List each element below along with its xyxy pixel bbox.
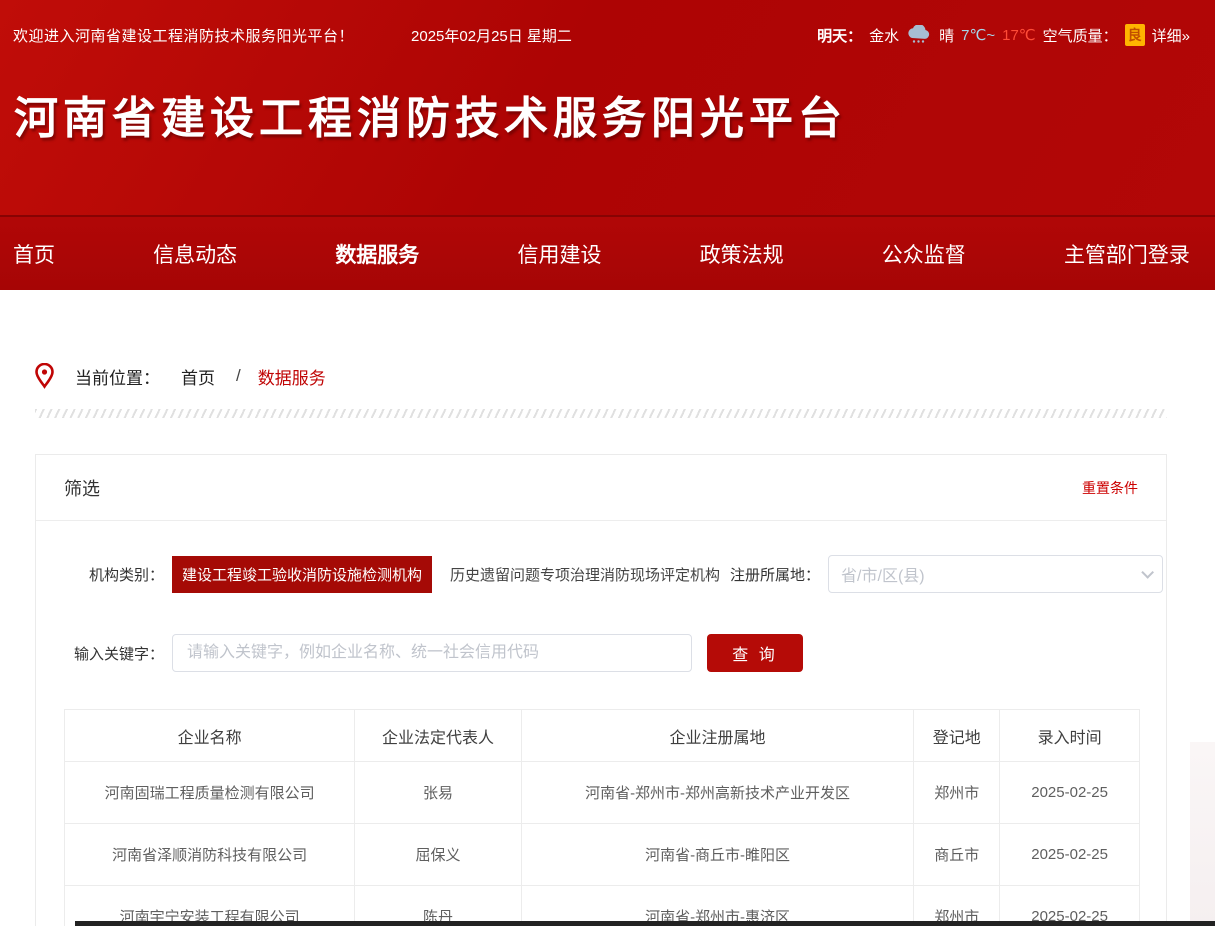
table-header-row: 企业名称 企业法定代表人 企业注册属地 登记地 录入时间 bbox=[65, 710, 1140, 762]
search-button[interactable]: 查 询 bbox=[707, 634, 803, 672]
nav-item-credit[interactable]: 信用建设 bbox=[517, 239, 601, 269]
nav-item-admin-login[interactable]: 主管部门登录 bbox=[1064, 239, 1190, 269]
filter-panel-body: 机构类别： 建设工程竣工验收消防设施检测机构 历史遗留问题专项治理消防现场评定机… bbox=[36, 555, 1166, 926]
header-registered-location: 企业注册属地 bbox=[521, 710, 913, 762]
cell-entry-date: 2025-02-25 bbox=[1000, 824, 1140, 886]
weather-label: 明天： bbox=[817, 25, 862, 46]
keyword-filter-row: 输入关键字： 查 询 bbox=[64, 634, 1138, 672]
cell-legal-rep: 屈保义 bbox=[355, 824, 522, 886]
cloud-weather-icon bbox=[906, 25, 932, 45]
agency-table: 企业名称 企业法定代表人 企业注册属地 登记地 录入时间 河南固瑞工程质量检测有… bbox=[64, 709, 1140, 926]
region-select[interactable]: 省/市/区(县) bbox=[828, 555, 1163, 593]
air-quality-badge: 良 bbox=[1125, 24, 1145, 46]
nav-item-home[interactable]: 首页 bbox=[13, 239, 55, 269]
keyword-label: 输入关键字： bbox=[64, 643, 164, 664]
category-filter-row: 机构类别： 建设工程竣工验收消防设施检测机构 历史遗留问题专项治理消防现场评定机… bbox=[64, 555, 1138, 593]
header-legal-rep: 企业法定代表人 bbox=[355, 710, 522, 762]
temp-low: 7℃~ bbox=[961, 26, 995, 44]
category-tab-inspection-agency[interactable]: 建设工程竣工验收消防设施检测机构 bbox=[172, 556, 432, 593]
header-company-name: 企业名称 bbox=[65, 710, 355, 762]
weather-widget: 明天： 金水 晴 7℃~ 17℃ 空气质量： 良 详细» bbox=[817, 24, 1190, 46]
weather-detail-link[interactable]: 详细» bbox=[1152, 25, 1190, 46]
air-quality-label: 空气质量： bbox=[1043, 25, 1118, 46]
filter-title: 筛选 bbox=[64, 475, 100, 501]
breadcrumb-label: 当前位置： bbox=[75, 364, 160, 389]
main-nav: 首页 信息动态 数据服务 信用建设 政策法规 公众监督 主管部门登录 bbox=[0, 215, 1215, 290]
cell-entry-date: 2025-02-25 bbox=[1000, 762, 1140, 824]
cell-registered-location: 河南省-商丘市-睢阳区 bbox=[521, 824, 913, 886]
cell-registered-location: 河南省-郑州市-惠济区 bbox=[521, 886, 913, 926]
table-row[interactable]: 河南省泽顺消防科技有限公司 屈保义 河南省-商丘市-睢阳区 商丘市 2025-0… bbox=[65, 824, 1140, 886]
nav-item-policy[interactable]: 政策法规 bbox=[700, 239, 784, 269]
category-label: 机构类别： bbox=[64, 564, 164, 585]
cell-legal-rep: 陈丹 bbox=[355, 886, 522, 926]
top-bar: 欢迎进入河南省建设工程消防技术服务阳光平台！ 2025年02月25日 星期二 明… bbox=[0, 0, 1215, 46]
category-tab-legacy-assessment-agency[interactable]: 历史遗留问题专项治理消防现场评定机构 bbox=[440, 556, 730, 593]
reset-filters-link[interactable]: 重置条件 bbox=[1082, 478, 1138, 498]
date-text: 2025年02月25日 星期二 bbox=[411, 25, 572, 46]
breadcrumb-separator: / bbox=[236, 366, 241, 386]
cell-entry-date: 2025-02-25 bbox=[1000, 886, 1140, 926]
bottom-footer-edge bbox=[75, 921, 1215, 926]
location-pin-icon bbox=[35, 363, 54, 389]
cell-legal-rep: 张易 bbox=[355, 762, 522, 824]
nav-item-supervision[interactable]: 公众监督 bbox=[882, 239, 966, 269]
temp-high: 17℃ bbox=[1002, 26, 1036, 44]
weather-district: 金水 bbox=[869, 25, 899, 46]
header-registry-city: 登记地 bbox=[914, 710, 1000, 762]
filter-panel: 筛选 重置条件 机构类别： 建设工程竣工验收消防设施检测机构 历史遗留问题专项治… bbox=[35, 454, 1167, 926]
right-edge-strip bbox=[1190, 742, 1215, 926]
region-filter-group: 注册所属地： 省/市/区(县) bbox=[730, 555, 1163, 593]
table-row[interactable]: 河南固瑞工程质量检测有限公司 张易 河南省-郑州市-郑州高新技术产业开发区 郑州… bbox=[65, 762, 1140, 824]
region-select-placeholder: 省/市/区(县) bbox=[841, 562, 925, 586]
cell-company-name: 河南固瑞工程质量检测有限公司 bbox=[65, 762, 355, 824]
cell-registered-location: 河南省-郑州市-郑州高新技术产业开发区 bbox=[521, 762, 913, 824]
cell-registry-city: 郑州市 bbox=[914, 886, 1000, 926]
keyword-input[interactable] bbox=[172, 634, 692, 672]
main-content: 当前位置： 首页 / 数据服务 筛选 重置条件 机构类别： 建设工程竣工验收消防… bbox=[35, 290, 1167, 926]
filter-panel-header: 筛选 重置条件 bbox=[36, 455, 1166, 521]
nav-item-data-service[interactable]: 数据服务 bbox=[335, 239, 419, 269]
slash-divider bbox=[35, 409, 1167, 418]
breadcrumb: 当前位置： 首页 / 数据服务 bbox=[35, 290, 1167, 389]
table-row[interactable]: 河南宇宁安装工程有限公司 陈丹 河南省-郑州市-惠济区 郑州市 2025-02-… bbox=[65, 886, 1140, 926]
region-label: 注册所属地： bbox=[730, 564, 820, 585]
cell-registry-city: 商丘市 bbox=[914, 824, 1000, 886]
breadcrumb-home-link[interactable]: 首页 bbox=[181, 364, 215, 389]
weather-condition: 晴 bbox=[939, 25, 954, 46]
breadcrumb-current: 数据服务 bbox=[258, 364, 326, 389]
header-entry-date: 录入时间 bbox=[1000, 710, 1140, 762]
site-title: 河南省建设工程消防技术服务阳光平台 bbox=[0, 46, 1215, 146]
cell-company-name: 河南宇宁安装工程有限公司 bbox=[65, 886, 355, 926]
welcome-text: 欢迎进入河南省建设工程消防技术服务阳光平台！ bbox=[13, 25, 354, 46]
site-header: 欢迎进入河南省建设工程消防技术服务阳光平台！ 2025年02月25日 星期二 明… bbox=[0, 0, 1215, 215]
cell-company-name: 河南省泽顺消防科技有限公司 bbox=[65, 824, 355, 886]
nav-item-news[interactable]: 信息动态 bbox=[153, 239, 237, 269]
chevron-down-icon bbox=[1141, 566, 1154, 579]
cell-registry-city: 郑州市 bbox=[914, 762, 1000, 824]
